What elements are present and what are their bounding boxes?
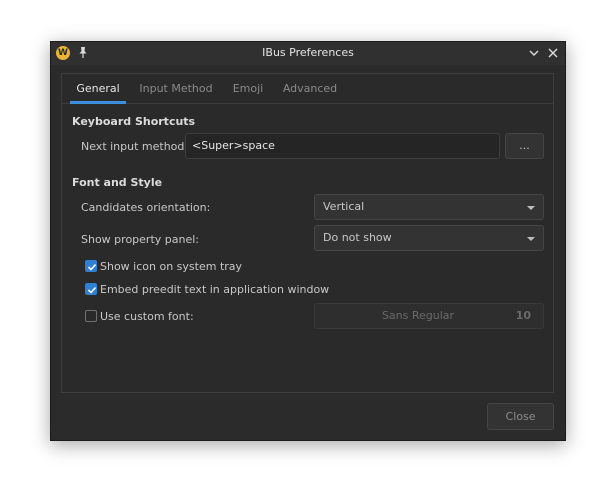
title-bar: W IBus Preferences: [51, 42, 565, 65]
custom-font-label[interactable]: Use custom font:: [100, 310, 194, 323]
show-property-panel-label: Show property panel:: [81, 233, 199, 246]
tab-input-method[interactable]: Input Method: [138, 74, 214, 103]
tab-general[interactable]: General: [70, 74, 126, 104]
keyboard-shortcuts-heading: Keyboard Shortcuts: [72, 115, 196, 128]
ibus-preferences-window: W IBus Preferences General Input Method …: [50, 41, 566, 441]
show-property-panel-value: Do not show: [323, 231, 392, 244]
font-and-style-heading: Font and Style: [72, 176, 163, 189]
dropdown-arrow-icon: [527, 237, 535, 241]
chevron-down-icon[interactable]: [527, 46, 541, 60]
checkmark-icon: [87, 263, 97, 271]
window-title: IBus Preferences: [262, 46, 354, 59]
candidates-orientation-select[interactable]: Vertical: [314, 194, 544, 220]
close-icon[interactable]: [546, 46, 560, 60]
show-tray-icon-checkbox[interactable]: [85, 260, 97, 272]
edit-shortcut-button[interactable]: ...: [505, 133, 544, 159]
show-tray-icon-label[interactable]: Show icon on system tray: [100, 260, 242, 273]
embed-preedit-checkbox[interactable]: [85, 283, 97, 295]
checkmark-icon: [87, 286, 97, 294]
show-property-panel-select[interactable]: Do not show: [314, 225, 544, 251]
close-button[interactable]: Close: [487, 403, 554, 430]
tab-emoji[interactable]: Emoji: [228, 74, 268, 103]
dropdown-arrow-icon: [527, 206, 535, 210]
font-size: 10: [515, 309, 531, 322]
font-name: Sans Regular: [381, 309, 455, 322]
candidates-orientation-value: Vertical: [323, 200, 365, 213]
next-input-method-label: Next input method:: [81, 140, 189, 153]
font-chooser-button: Sans Regular 10: [314, 303, 544, 329]
tab-advanced[interactable]: Advanced: [280, 74, 340, 103]
preferences-notebook: General Input Method Emoji Advanced Keyb…: [61, 73, 554, 393]
next-input-method-field[interactable]: <Super>space: [185, 133, 500, 159]
tab-bar: General Input Method Emoji Advanced: [62, 74, 553, 104]
candidates-orientation-label: Candidates orientation:: [81, 201, 211, 214]
embed-preedit-label[interactable]: Embed preedit text in application window: [100, 283, 329, 296]
custom-font-checkbox[interactable]: [85, 310, 97, 322]
